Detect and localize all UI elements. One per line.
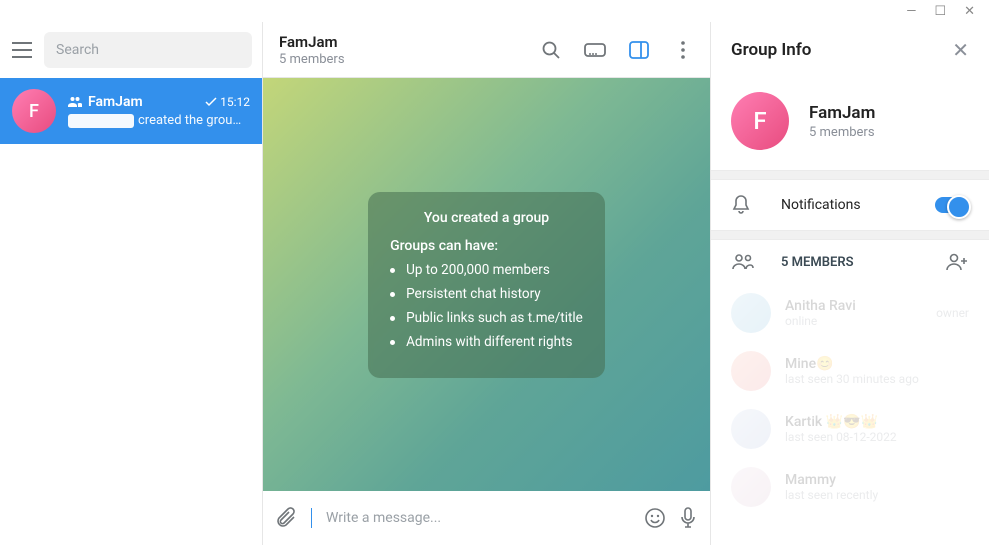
chat-list-item[interactable]: F FamJam 15:12 created the grou… <box>0 78 262 144</box>
check-icon <box>205 97 217 107</box>
bell-icon <box>731 194 753 216</box>
chat-list-sidebar: F FamJam 15:12 created the grou… <box>0 22 263 545</box>
close-icon[interactable]: ✕ <box>964 4 975 19</box>
voice-icon[interactable] <box>680 507 696 529</box>
member-row[interactable]: Anitha Ravi online owner <box>711 284 989 342</box>
attach-icon[interactable] <box>277 507 297 529</box>
bubble-title: You created a group <box>390 210 583 226</box>
member-role: owner <box>936 306 969 320</box>
window-titlebar: — ☐ ✕ <box>0 0 989 22</box>
member-status: online <box>785 314 922 328</box>
chat-avatar: F <box>12 89 56 133</box>
member-name: Mine😊 <box>785 356 969 372</box>
divider <box>711 170 989 180</box>
member-status: last seen recently <box>785 488 969 502</box>
minimize-icon[interactable]: — <box>906 4 916 19</box>
search-icon[interactable] <box>540 39 562 61</box>
bubble-subtitle: Groups can have: <box>390 238 583 254</box>
group-avatar: F <box>731 92 789 150</box>
member-name: Mammy <box>785 472 969 488</box>
chat-header-title: FamJam <box>279 33 540 51</box>
member-avatar <box>731 467 771 507</box>
member-name: Anitha Ravi <box>785 298 922 314</box>
add-member-icon[interactable] <box>945 253 969 271</box>
member-name: Kartik 👑😎👑 <box>785 414 969 430</box>
message-composer <box>263 491 710 545</box>
chat-body: You created a group Groups can have: Up … <box>263 78 710 491</box>
members-header: 5 MEMBERS <box>711 240 989 284</box>
members-icon <box>731 254 753 270</box>
bubble-item: Up to 200,000 members <box>390 262 583 278</box>
cursor-icon <box>311 508 312 528</box>
group-info-panel: Group Info ✕ F FamJam 5 members Notifica… <box>710 22 989 545</box>
members-list: Anitha Ravi online owner Mine😊 last seen… <box>711 284 989 516</box>
member-row[interactable]: Kartik 👑😎👑 last seen 08-12-2022 <box>711 400 989 458</box>
chat-header: FamJam 5 members <box>263 22 710 78</box>
member-row[interactable]: Mine😊 last seen 30 minutes ago <box>711 342 989 400</box>
group-created-bubble: You created a group Groups can have: Up … <box>368 192 605 378</box>
message-input[interactable] <box>326 510 630 526</box>
panel-title: Group Info <box>731 40 811 60</box>
menu-icon[interactable] <box>10 38 34 62</box>
notifications-label: Notifications <box>781 197 861 213</box>
chat-header-subtitle: 5 members <box>279 52 540 67</box>
more-icon[interactable] <box>672 39 694 61</box>
group-icon <box>68 96 82 108</box>
preview-redaction <box>68 114 134 128</box>
video-call-icon[interactable] <box>584 39 606 61</box>
close-panel-icon[interactable]: ✕ <box>952 38 969 62</box>
group-name: FamJam <box>809 103 875 123</box>
notifications-row[interactable]: Notifications <box>711 180 989 230</box>
emoji-icon[interactable] <box>644 507 666 529</box>
search-input[interactable] <box>56 42 240 58</box>
maximize-icon[interactable]: ☐ <box>934 4 946 19</box>
member-avatar <box>731 409 771 449</box>
member-avatar <box>731 351 771 391</box>
member-status: last seen 30 minutes ago <box>785 372 969 386</box>
chat-area: FamJam 5 members You created a <box>263 22 710 545</box>
search-input-wrapper[interactable] <box>44 32 252 68</box>
member-row[interactable]: Mammy last seen recently <box>711 458 989 516</box>
sidebar-toggle-icon[interactable] <box>628 39 650 61</box>
member-status: last seen 08-12-2022 <box>785 430 969 444</box>
member-avatar <box>731 293 771 333</box>
divider <box>711 230 989 240</box>
chat-header-info[interactable]: FamJam 5 members <box>279 33 540 67</box>
chat-title-text: FamJam <box>88 94 143 110</box>
bubble-item: Public links such as t.me/title <box>390 310 583 326</box>
panel-group-header[interactable]: F FamJam 5 members <box>711 78 989 170</box>
notifications-toggle[interactable] <box>935 197 969 213</box>
group-members-count: 5 members <box>809 125 875 140</box>
members-count-label: 5 MEMBERS <box>781 255 854 270</box>
chat-time-text: 15:12 <box>220 95 250 109</box>
bubble-item: Admins with different rights <box>390 334 583 350</box>
chat-preview-text: created the grou… <box>138 113 241 128</box>
bubble-item: Persistent chat history <box>390 286 583 302</box>
